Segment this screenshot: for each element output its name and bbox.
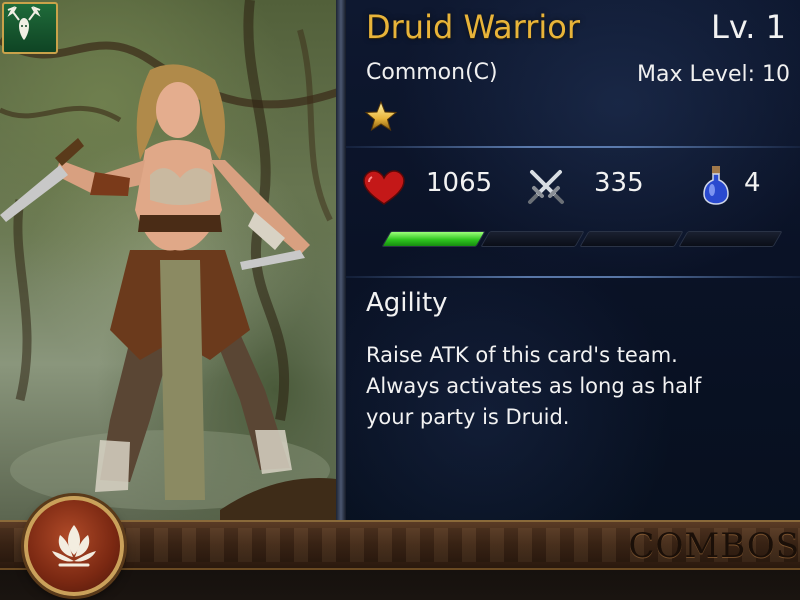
exp-segment	[579, 231, 684, 247]
faction-medallion-button[interactable]	[24, 496, 124, 596]
divider	[346, 146, 800, 148]
card-art-frame	[336, 0, 346, 520]
card-art-illustration	[0, 0, 344, 520]
card-art	[0, 0, 344, 520]
exp-segment	[480, 231, 585, 247]
combos-tab[interactable]: COMBOS	[629, 526, 800, 566]
card-name: Druid Warrior	[366, 8, 581, 46]
exp-segment	[678, 231, 783, 247]
faction-emblem	[2, 2, 58, 54]
crossed-swords-icon	[528, 170, 564, 204]
divider	[346, 276, 800, 278]
druid-lotus-icon	[52, 525, 96, 567]
atk-value: 335	[594, 168, 644, 198]
exp-segment	[381, 231, 486, 247]
exp-fill	[382, 232, 485, 246]
star-rating	[364, 100, 398, 136]
potion-icon	[703, 166, 729, 205]
exp-bar	[381, 231, 783, 247]
cost-value: 4	[744, 168, 761, 198]
skill-description: Raise ATK of this card's team. Always ac…	[366, 343, 702, 429]
skill-name: Agility	[366, 288, 448, 318]
card-level: Lv. 1	[711, 8, 786, 46]
stag-head-icon	[7, 6, 41, 40]
star-icon	[364, 100, 398, 132]
card-info-panel: Druid Warrior Lv. 1 Common(C) Max Level:…	[346, 0, 800, 520]
max-level: Max Level: 10	[637, 62, 790, 87]
card-rarity: Common(C)	[366, 60, 498, 85]
heart-icon	[363, 170, 405, 205]
hp-value: 1065	[426, 168, 493, 198]
